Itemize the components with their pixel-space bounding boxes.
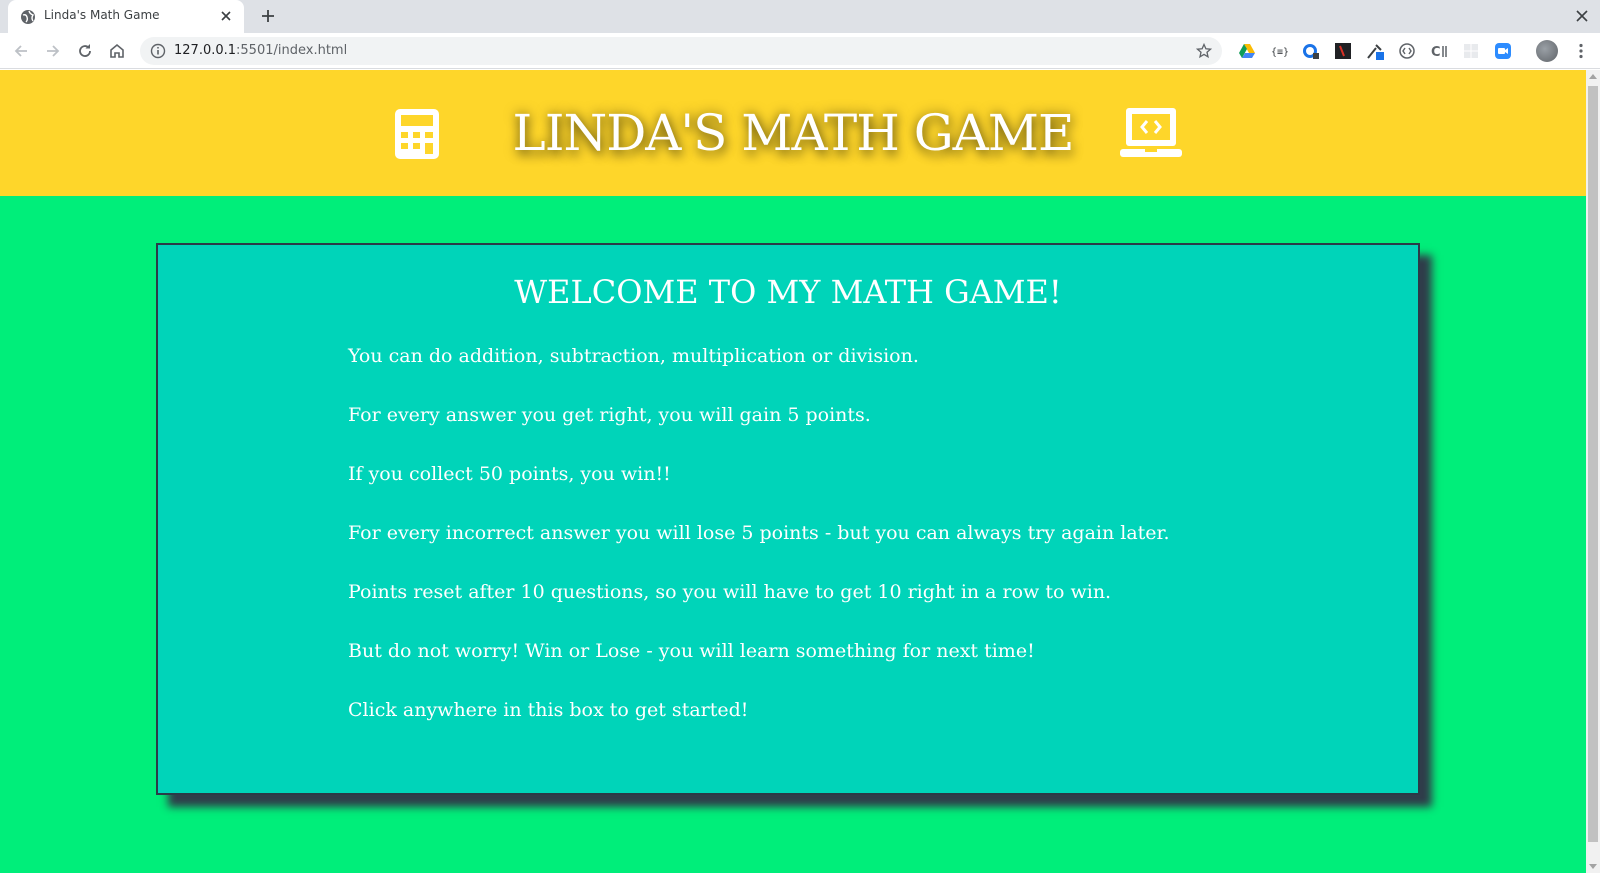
password-extension-icon[interactable]: [1302, 42, 1320, 60]
plus-icon[interactable]: [260, 8, 276, 24]
url-path: :5501/index.html: [236, 43, 348, 58]
back-icon[interactable]: [12, 42, 30, 60]
scrollbar-thumb[interactable]: [1588, 86, 1598, 842]
star-icon[interactable]: [1196, 43, 1212, 59]
start-game-card[interactable]: WELCOME TO MY MATH GAME! You can do addi…: [156, 243, 1420, 795]
drive-extension-icon[interactable]: [1238, 42, 1256, 60]
svg-text:C: C: [1431, 45, 1441, 60]
reload-icon[interactable]: [76, 42, 94, 60]
page-viewport: LINDA'S MATH GAME WELCOME TO MY MATH GAM…: [0, 70, 1586, 873]
rule-text: For every answer you get right, you will…: [348, 404, 871, 426]
css-extension-icon[interactable]: C: [1430, 42, 1448, 60]
address-bar[interactable]: 127.0.0.1:5501/index.html: [140, 37, 1222, 65]
zoom-extension-icon[interactable]: [1494, 42, 1512, 60]
rule-text: You can do addition, subtraction, multip…: [348, 345, 919, 367]
globe-icon: [21, 10, 35, 24]
welcome-heading: WELCOME TO MY MATH GAME!: [514, 273, 1062, 311]
browser-toolbar: 127.0.0.1:5501/index.html {≡} C: [0, 33, 1600, 69]
eyedropper-extension-icon[interactable]: [1366, 42, 1384, 60]
window-close-icon[interactable]: [1574, 8, 1590, 24]
start-instruction: Click anywhere in this box to get starte…: [348, 699, 749, 721]
page-title: LINDA'S MATH GAME: [512, 104, 1075, 162]
home-icon[interactable]: [108, 42, 126, 60]
page-header: LINDA'S MATH GAME: [0, 70, 1586, 196]
browser-tab[interactable]: Linda's Math Game: [8, 0, 244, 33]
laptop-code-icon: [1120, 108, 1182, 157]
rule-text: For every incorrect answer you will lose…: [348, 522, 1170, 544]
profile-avatar[interactable]: [1536, 40, 1558, 62]
menu-icon[interactable]: [1572, 42, 1590, 60]
tab-title: Linda's Math Game: [44, 8, 160, 22]
page-scrollbar[interactable]: [1586, 70, 1600, 873]
scroll-up-arrow[interactable]: [1589, 74, 1597, 79]
tab-strip: Linda's Math Game: [0, 0, 1600, 33]
grid-extension-icon[interactable]: [1462, 42, 1480, 60]
info-icon[interactable]: [150, 43, 166, 59]
rule-text: Points reset after 10 questions, so you …: [348, 581, 1112, 603]
code-extension-icon[interactable]: [1398, 42, 1416, 60]
url-host: 127.0.0.1: [174, 43, 237, 58]
close-icon[interactable]: [218, 8, 234, 24]
rule-text: If you collect 50 points, you win!!: [348, 463, 671, 485]
svg-text:{≡}: {≡}: [1271, 47, 1288, 58]
rule-text: But do not worry! Win or Lose - you will…: [348, 640, 1035, 662]
scroll-down-arrow[interactable]: [1589, 864, 1597, 869]
json-extension-icon[interactable]: {≡}: [1270, 42, 1288, 60]
url-text: 127.0.0.1:5501/index.html: [174, 43, 347, 58]
dark-extension-icon[interactable]: [1334, 42, 1352, 60]
forward-icon[interactable]: [44, 42, 62, 60]
